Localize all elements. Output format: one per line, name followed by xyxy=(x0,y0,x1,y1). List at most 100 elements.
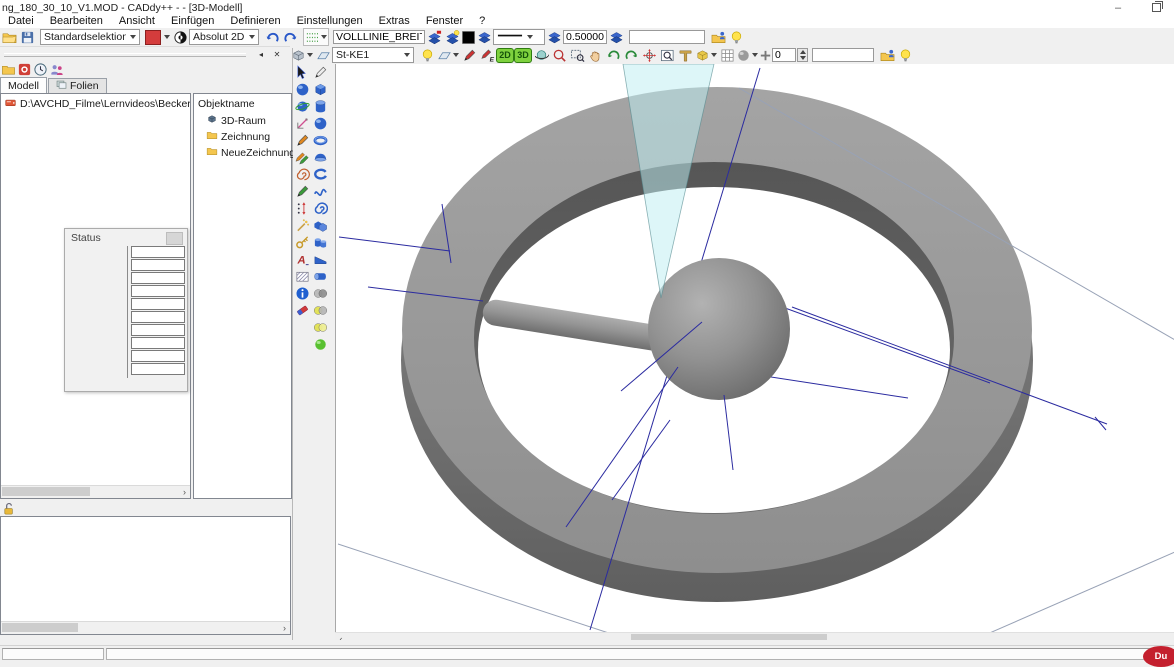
status-field[interactable] xyxy=(131,337,185,349)
stack-tool[interactable] xyxy=(312,234,329,251)
delete-tool[interactable] xyxy=(294,302,311,319)
hatch-tool[interactable] xyxy=(294,268,311,285)
grid-toggle-button[interactable] xyxy=(718,47,736,63)
status-field[interactable] xyxy=(131,298,185,310)
drag-grip[interactable] xyxy=(4,53,246,57)
panel-folder-button[interactable] xyxy=(0,62,16,78)
info-tool[interactable] xyxy=(294,285,311,302)
zoom-in-button[interactable] xyxy=(550,47,568,63)
bool-subtract-tool[interactable] xyxy=(312,302,329,319)
status-field[interactable] xyxy=(131,350,185,362)
scrollbar-thumb[interactable] xyxy=(2,487,90,496)
object-item-3d-raum[interactable]: 3D-Raum xyxy=(194,112,291,128)
bool-union-tool[interactable] xyxy=(312,285,329,302)
status-field[interactable] xyxy=(131,363,185,375)
coil-tool[interactable] xyxy=(312,200,329,217)
polyline-tool[interactable] xyxy=(294,183,311,200)
snap-tool[interactable] xyxy=(294,217,311,234)
line-type-combo[interactable] xyxy=(493,29,545,45)
unlock-button[interactable] xyxy=(0,500,18,516)
sweep-tool[interactable] xyxy=(312,183,329,200)
point-tool[interactable] xyxy=(294,200,311,217)
measure-tool[interactable] xyxy=(294,115,311,132)
view-direction-button[interactable] xyxy=(436,47,460,63)
attribute-field[interactable] xyxy=(629,30,705,44)
width-layer-button[interactable] xyxy=(607,29,625,45)
undo-button[interactable] xyxy=(263,29,281,45)
view-cube-button[interactable] xyxy=(290,47,314,63)
status-field[interactable] xyxy=(131,324,185,336)
detail-h-scrollbar[interactable]: › xyxy=(1,621,290,634)
rotate-gizmo-button[interactable] xyxy=(640,47,658,63)
selection-color-dropdown[interactable] xyxy=(162,29,171,45)
grid-style-button[interactable] xyxy=(303,28,329,46)
dock-header[interactable]: ◂ ✕ xyxy=(0,48,292,61)
dome-tool[interactable] xyxy=(312,149,329,166)
orbit-sphere-tool[interactable] xyxy=(294,98,311,115)
bool-intersect-tool[interactable] xyxy=(312,319,329,336)
union-box-tool[interactable] xyxy=(312,217,329,234)
dimension-button[interactable] xyxy=(676,47,694,63)
status-window[interactable]: Status xyxy=(64,228,188,392)
add-layer-button[interactable] xyxy=(758,47,772,63)
status-window-button[interactable] xyxy=(166,232,183,245)
collapse-panel-button[interactable]: ◂ xyxy=(254,49,268,60)
tree-root-item[interactable]: D:\AVCHD_Filme\Lernvideos\BeckerCAD 3D P… xyxy=(1,94,190,112)
view-light-button[interactable] xyxy=(896,47,914,63)
panel-camera-button[interactable] xyxy=(16,62,32,78)
pan-button[interactable] xyxy=(586,47,604,63)
view-folder-button[interactable] xyxy=(878,47,896,63)
attribute-folder-button[interactable] xyxy=(709,29,727,45)
render-mode-button[interactable] xyxy=(694,47,718,63)
curve-tool[interactable] xyxy=(294,149,311,166)
menu-einfuegen[interactable]: Einfügen xyxy=(163,15,222,28)
sketch-line-tool[interactable] xyxy=(294,132,311,149)
object-item-neuezeichnung[interactable]: NeueZeichnung xyxy=(194,144,291,160)
scroll-right-arrow[interactable]: › xyxy=(279,622,290,633)
panel-users-button[interactable] xyxy=(48,62,64,78)
spline-tool[interactable] xyxy=(294,166,311,183)
viewport[interactable] xyxy=(335,64,1174,632)
spinner-down-button[interactable] xyxy=(798,55,807,61)
line-name-field[interactable] xyxy=(333,30,425,44)
wedge-tool[interactable] xyxy=(312,251,329,268)
zoom-window-button[interactable] xyxy=(568,47,586,63)
layer-spinner[interactable] xyxy=(772,48,808,62)
status-field[interactable] xyxy=(131,285,185,297)
viewport-canvas[interactable] xyxy=(336,64,1174,632)
box-tool[interactable] xyxy=(312,81,329,98)
menu-definieren[interactable]: Definieren xyxy=(222,15,288,28)
restore-button[interactable] xyxy=(1146,1,1166,14)
mode-2d-button[interactable]: 2D xyxy=(496,47,514,63)
menu-ansicht[interactable]: Ansicht xyxy=(111,15,163,28)
minimize-button[interactable]: – xyxy=(1108,1,1128,14)
rotate-right-button[interactable] xyxy=(622,47,640,63)
linetype-layer-button[interactable] xyxy=(545,29,563,45)
layer-spinner-field[interactable] xyxy=(772,48,796,62)
menu-einstellungen[interactable]: Einstellungen xyxy=(289,15,371,28)
display-mode-button[interactable] xyxy=(171,29,189,45)
sketch-edit-button[interactable]: E xyxy=(478,47,496,63)
selection-color-button[interactable] xyxy=(144,29,162,45)
line-layer-light-button[interactable] xyxy=(443,29,461,45)
line-width-field[interactable] xyxy=(563,30,607,44)
panel-history-button[interactable] xyxy=(32,62,48,78)
sphere-solid-tool[interactable] xyxy=(312,115,329,132)
scroll-right-arrow[interactable]: › xyxy=(179,486,190,497)
sketch-button[interactable] xyxy=(460,47,478,63)
workplane-button[interactable] xyxy=(314,47,332,63)
line-layer-button[interactable] xyxy=(425,29,443,45)
selection-combo[interactable]: Standardselektion xyxy=(40,29,140,45)
menu-extras[interactable]: Extras xyxy=(371,15,418,28)
quick-field[interactable] xyxy=(812,48,874,62)
plane-light-button[interactable] xyxy=(418,47,436,63)
transform-tool[interactable] xyxy=(294,234,311,251)
status-field[interactable] xyxy=(131,311,185,323)
tree-h-scrollbar[interactable]: › xyxy=(1,485,190,498)
scrollbar-thumb[interactable] xyxy=(2,623,78,632)
menu-fenster[interactable]: Fenster xyxy=(418,15,471,28)
orbit-button[interactable] xyxy=(532,47,550,63)
detail-list-panel[interactable]: › xyxy=(0,516,291,635)
color-layer-button[interactable] xyxy=(475,29,493,45)
coordinate-mode-combo[interactable]: Absolut 2D xyxy=(189,29,259,45)
